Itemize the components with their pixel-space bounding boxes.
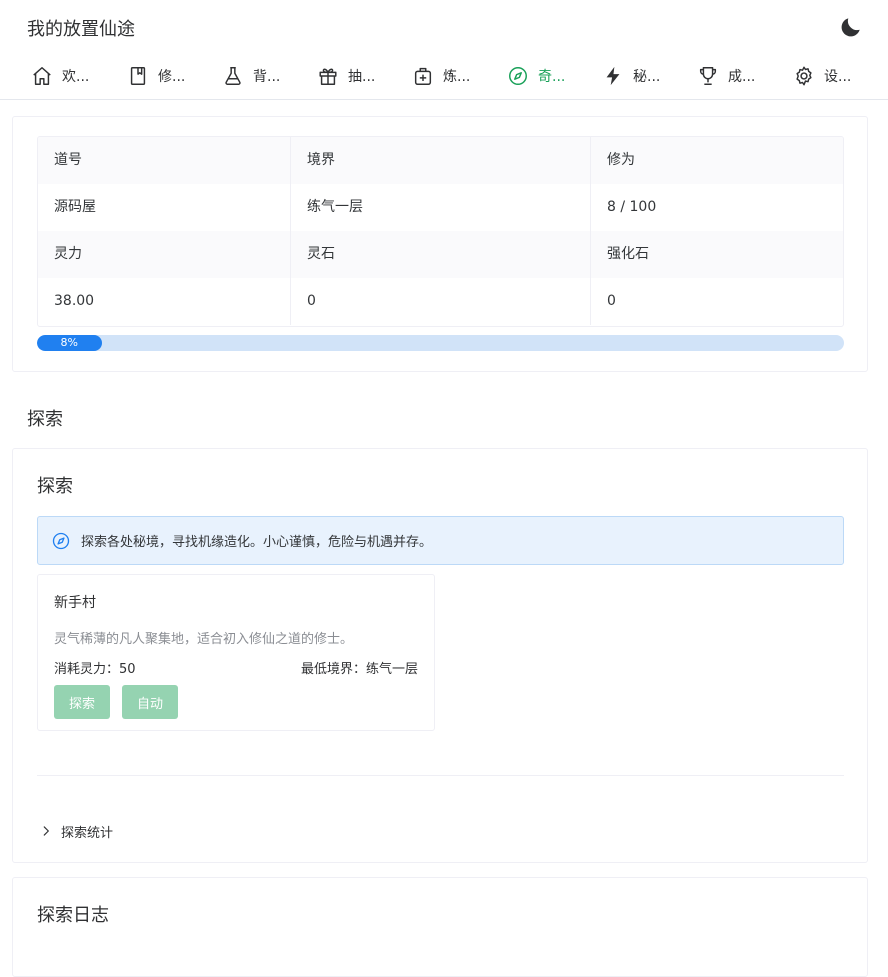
medkit-icon xyxy=(414,67,432,85)
nav-label: 抽... xyxy=(348,69,376,85)
alert-text: 探索各处秘境，寻找机缘造化。小心谨慎，危险与机遇并存。 xyxy=(81,535,433,550)
section-title: 探索 xyxy=(27,409,63,430)
progress-fill: 8% xyxy=(37,335,102,351)
stats-table: 道号 境界 修为 源码屋 练气一层 8 / 100 灵力 灵石 强化石 38.0… xyxy=(37,136,844,327)
location-card-novice-village: 新手村 灵气稀薄的凡人聚集地，适合初入修仙之道的修士。 消耗灵力：50 最低境界… xyxy=(37,574,435,731)
chevron-right-icon xyxy=(43,826,49,836)
value-daohao: 源码屋 xyxy=(38,184,291,231)
value-spirit-stone: 0 xyxy=(291,278,591,325)
nav-label: 设... xyxy=(824,69,852,85)
theme-toggle-button[interactable] xyxy=(838,14,864,40)
collapse-label: 探索统计 xyxy=(61,825,114,841)
location-name: 新手村 xyxy=(54,595,96,611)
gift-icon xyxy=(319,68,337,85)
location-min-realm: 最低境界：练气一层 xyxy=(300,662,418,677)
compass-icon xyxy=(509,67,527,85)
cultivation-progress-bar: 8% xyxy=(37,335,844,351)
nav-label: 成... xyxy=(728,69,756,85)
book-icon xyxy=(130,67,146,85)
table-row: 道号 境界 修为 xyxy=(38,137,843,184)
nav-item-achievement[interactable]: 成... xyxy=(697,52,787,100)
info-alert: 探索各处秘境，寻找机缘造化。小心谨慎，危险与机遇并存。 xyxy=(37,516,844,565)
location-description: 灵气稀薄的凡人聚集地，适合初入修仙之道的修士。 xyxy=(54,632,354,647)
player-stats-card: 道号 境界 修为 源码屋 练气一层 8 / 100 灵力 灵石 强化石 38.0… xyxy=(12,116,868,372)
app-title: 我的放置仙途 xyxy=(27,19,135,40)
main-nav: 欢... 修... 背... 抽... 炼... 奇... 秘... 成... … xyxy=(0,52,888,100)
nav-item-draw[interactable]: 抽... xyxy=(317,52,407,100)
nav-item-settings[interactable]: 设... xyxy=(793,52,883,100)
compass-icon xyxy=(52,532,70,549)
value-cultivation: 8 / 100 xyxy=(607,199,657,215)
nav-label: 修... xyxy=(158,69,186,85)
nav-label: 背... xyxy=(253,69,281,85)
moon-icon xyxy=(841,18,860,37)
table-row: 38.00 0 0 xyxy=(38,278,843,326)
location-cost: 消耗灵力：50 xyxy=(54,662,136,677)
nav-label: 秘... xyxy=(633,69,661,85)
explore-card: 探索 探索各处秘境，寻找机缘造化。小心谨慎，危险与机遇并存。 新手村 灵气稀薄的… xyxy=(12,448,868,863)
log-title: 探索日志 xyxy=(37,905,109,926)
explore-button[interactable]: 探索 xyxy=(54,685,110,719)
header-cell-enhance-stone: 强化石 xyxy=(607,246,649,262)
nav-item-cultivate[interactable]: 修... xyxy=(127,52,217,100)
header-cell-spirit-stone: 灵石 xyxy=(291,231,591,278)
gear-icon xyxy=(796,66,812,86)
value-enhance-stone: 0 xyxy=(607,293,616,309)
nav-label: 欢... xyxy=(62,69,90,85)
value-realm: 练气一层 xyxy=(291,184,591,231)
trophy-icon xyxy=(699,67,717,85)
home-icon xyxy=(33,67,51,85)
flask-icon xyxy=(225,67,241,85)
explore-card-title: 探索 xyxy=(37,476,73,497)
value-spirit-power: 38.00 xyxy=(38,278,291,325)
nav-item-welcome[interactable]: 欢... xyxy=(31,52,121,100)
nav-item-bag[interactable]: 背... xyxy=(222,52,312,100)
nav-label: 奇... xyxy=(538,69,566,85)
divider xyxy=(37,775,844,776)
nav-label: 炼... xyxy=(443,69,471,85)
header-cell-daohao: 道号 xyxy=(38,137,291,184)
flash-icon xyxy=(606,66,620,86)
header-cell-spirit-power: 灵力 xyxy=(38,231,291,278)
table-row: 灵力 灵石 强化石 xyxy=(38,231,843,278)
app-header: 我的放置仙途 xyxy=(0,0,888,52)
nav-item-secret[interactable]: 秘... xyxy=(602,52,692,100)
header-cell-realm: 境界 xyxy=(291,137,591,184)
explore-log-card: 探索日志 xyxy=(12,877,868,977)
explore-stats-collapse[interactable]: 探索统计 xyxy=(39,821,113,841)
nav-item-explore[interactable]: 奇... xyxy=(507,52,597,100)
header-cell-cultivation: 修为 xyxy=(607,152,635,168)
auto-explore-button[interactable]: 自动 xyxy=(122,685,178,719)
nav-item-alchemy[interactable]: 炼... xyxy=(412,52,502,100)
table-row: 源码屋 练气一层 8 / 100 xyxy=(38,184,843,231)
